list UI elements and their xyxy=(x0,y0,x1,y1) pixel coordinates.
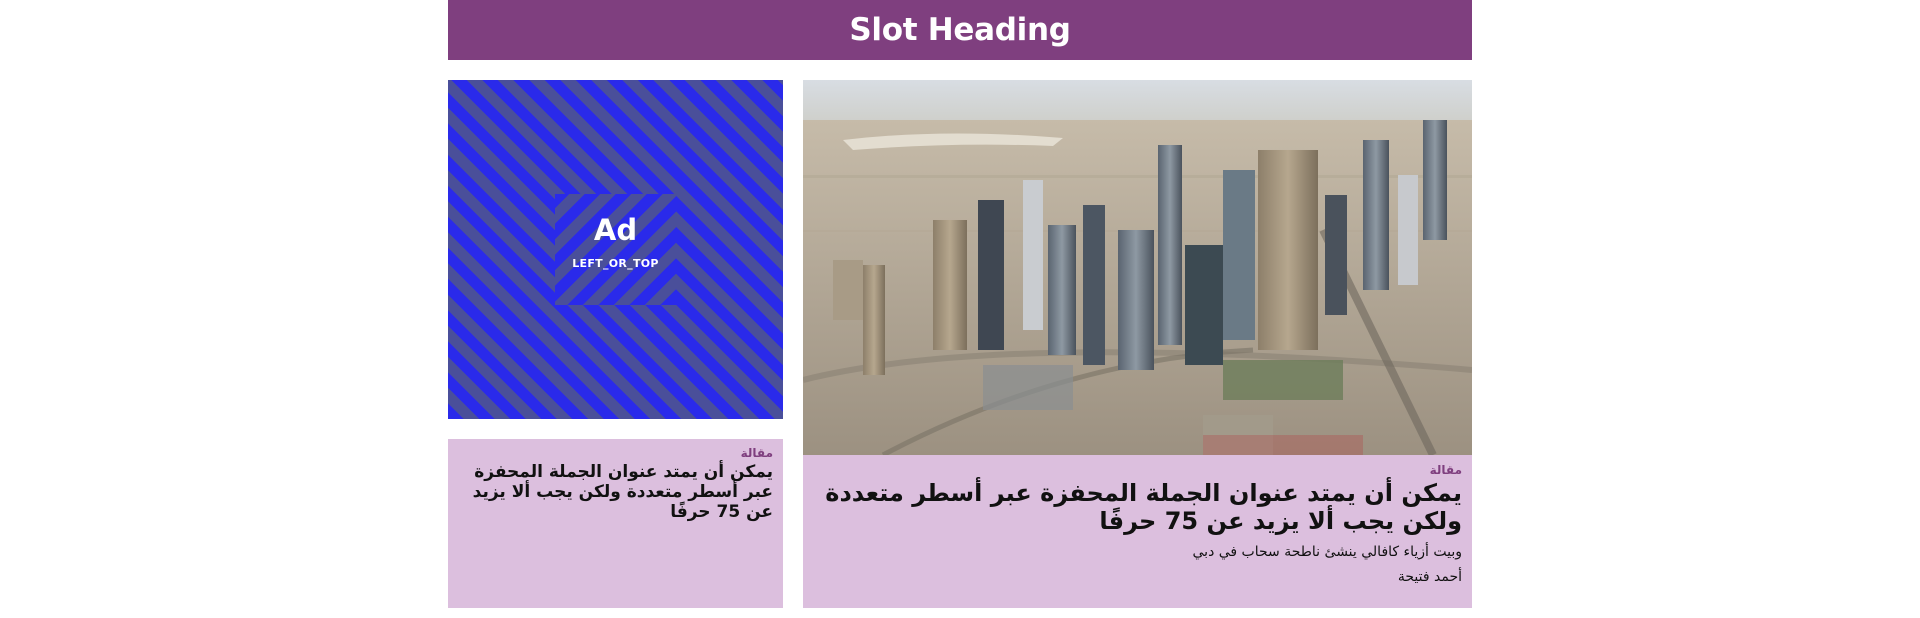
article-card-main[interactable]: مقالة يمكن أن يمتد عنوان الجملة المحفزة … xyxy=(803,455,1472,608)
article-author[interactable]: أحمد فتيحة xyxy=(813,568,1462,586)
ad-title: Ad xyxy=(593,213,638,247)
article-subtitle: وبيت أزياء كافالي ينشئ ناطحة سحاب في دبي xyxy=(1192,544,1463,560)
article-title-link[interactable]: يمكن أن يمتد عنوان الجملة المحفزة عبر أس… xyxy=(458,462,773,522)
skyline-illustration xyxy=(803,80,1472,455)
article-kicker: مقالة xyxy=(740,446,773,460)
article-card-secondary[interactable]: مقالة يمكن أن يمتد عنوان الجملة المحفزة … xyxy=(448,439,783,608)
article-image-dubai-skyline[interactable] xyxy=(803,80,1472,455)
slot-heading-bar: Slot Heading xyxy=(448,0,1472,60)
article-title-link[interactable]: يمكن أن يمتد عنوان الجملة المحفزة عبر أس… xyxy=(813,479,1462,535)
ad-slot[interactable]: Ad LEFT_OR_TOP xyxy=(448,80,783,419)
ad-placeholder-box: Ad LEFT_OR_TOP xyxy=(555,194,676,305)
slot-heading: Slot Heading xyxy=(849,12,1071,48)
ad-position-label: LEFT_OR_TOP xyxy=(572,257,659,270)
article-kicker: مقالة xyxy=(1429,463,1462,477)
